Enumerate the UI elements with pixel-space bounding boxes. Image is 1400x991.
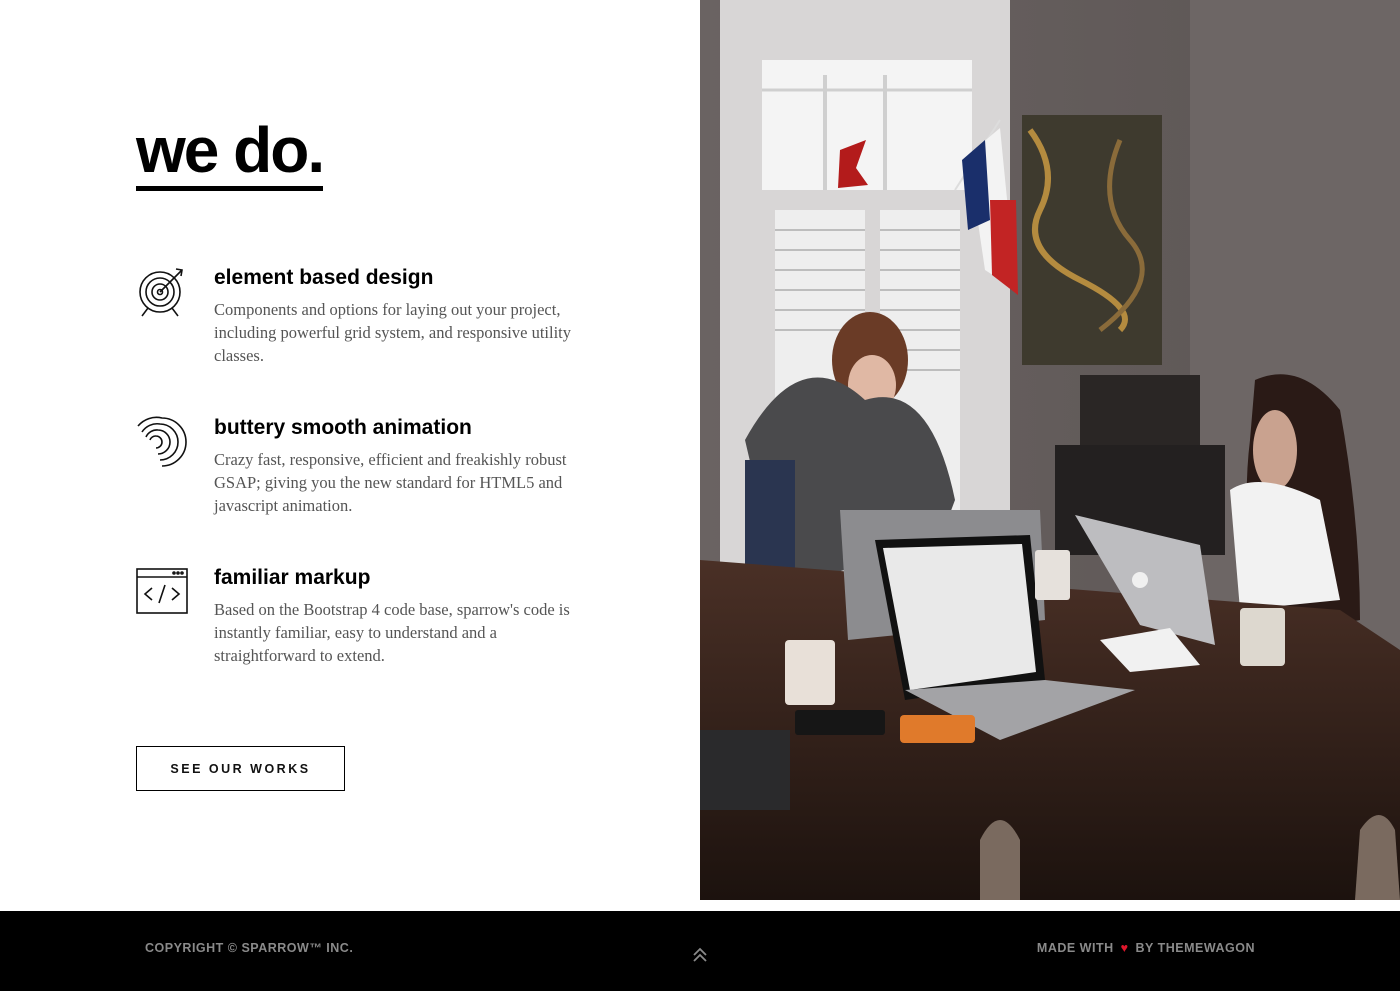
see-our-works-button[interactable]: SEE OUR WORKS — [136, 746, 345, 791]
feature-title: element based design — [214, 266, 434, 289]
section-heading: we do. — [136, 118, 325, 191]
feature-description: Components and options for laying out yo… — [214, 300, 571, 365]
office-photo — [700, 0, 1400, 900]
feature-description: Based on the Bootstrap 4 code base, spar… — [214, 600, 570, 665]
feature-title: buttery smooth animation — [214, 416, 472, 439]
site-footer: COPYRIGHT © SPARROW™ INC. MADE WITH ♥ BY… — [0, 911, 1400, 991]
heart-icon: ♥ — [1120, 941, 1129, 955]
section-gap — [0, 900, 1400, 911]
feature-title: familiar markup — [214, 566, 371, 589]
services-section: we do. element based design Components a… — [0, 0, 700, 900]
double-chevron-up-icon[interactable] — [690, 945, 710, 965]
made-with-suffix[interactable]: BY THEMEWAGON — [1136, 941, 1255, 955]
feature-description: Crazy fast, responsive, efficient and fr… — [214, 450, 567, 515]
copyright-text: COPYRIGHT © SPARROW™ INC. — [145, 941, 354, 955]
made-with-credit: MADE WITH ♥ BY THEMEWAGON — [1037, 941, 1255, 955]
made-with-prefix: MADE WITH — [1036, 941, 1114, 955]
animation-swirl-icon — [136, 416, 188, 468]
code-window-icon — [136, 566, 188, 618]
target-icon — [136, 266, 188, 318]
